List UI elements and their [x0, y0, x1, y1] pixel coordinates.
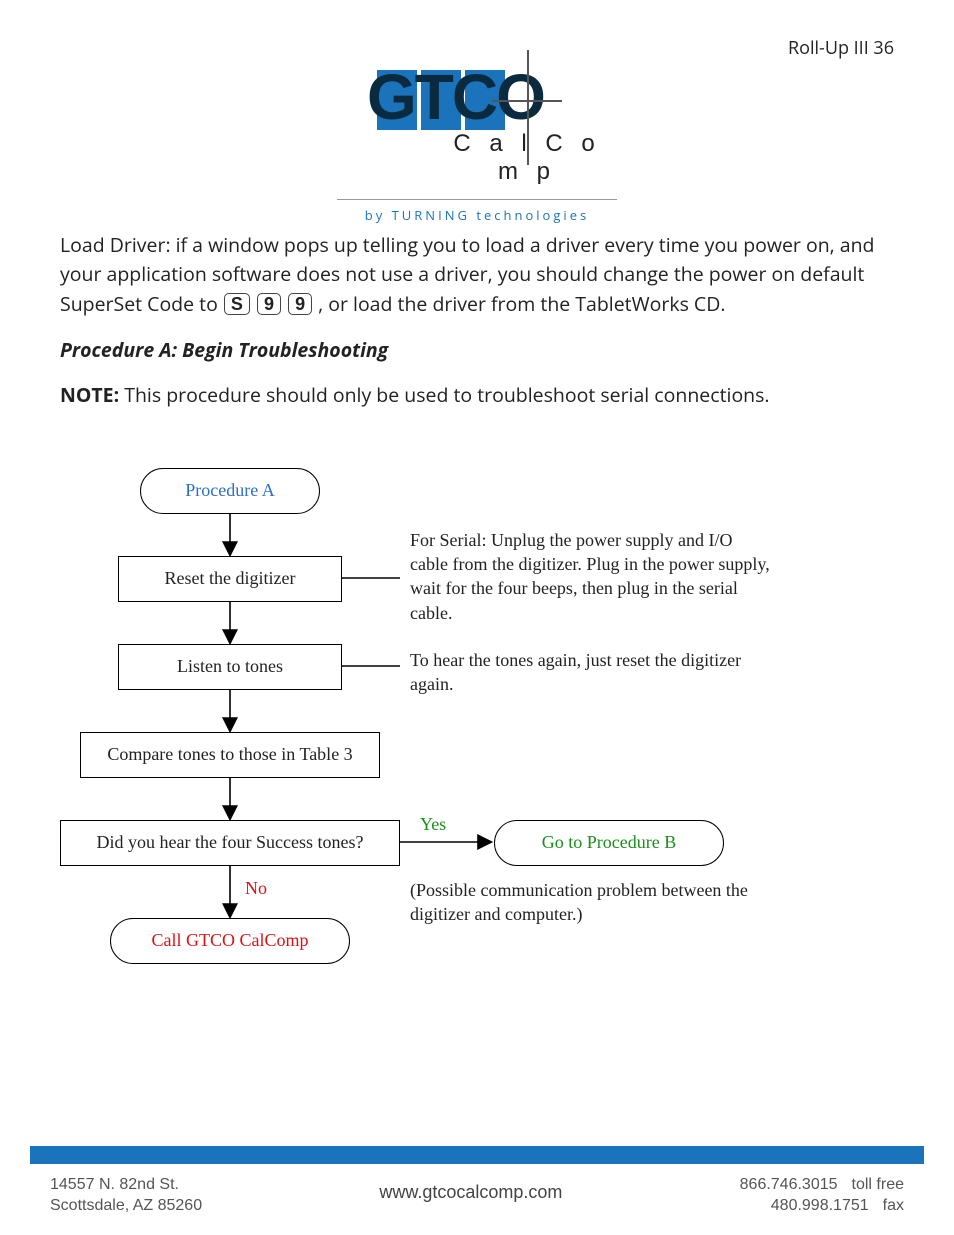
- note-text: This procedure should only be used to tr…: [119, 381, 769, 408]
- flow-decision-label: Did you hear the four Success tones?: [97, 832, 364, 853]
- flow-start: Procedure A: [140, 468, 320, 514]
- footer-address: 14557 N. 82nd St. Scottsdale, AZ 85260: [50, 1174, 202, 1217]
- page-footer: 14557 N. 82nd St. Scottsdale, AZ 85260 w…: [0, 1146, 954, 1235]
- flow-decision: Did you hear the four Success tones?: [60, 820, 400, 866]
- flow-yes-target: Go to Procedure B: [494, 820, 724, 866]
- logo: GTCO C a l C o m p by TURNING technologi…: [60, 60, 894, 224]
- page-number: Roll-Up III 36: [788, 36, 894, 60]
- key-9b: 9: [288, 293, 312, 315]
- flow-step-listen: Listen to tones: [118, 644, 342, 690]
- flow-side-listen: To hear the tones again, just reset the …: [410, 648, 770, 697]
- footer-phone-tollfree-lbl: toll free: [852, 1174, 904, 1196]
- flow-yes-label: Yes: [420, 814, 446, 835]
- flow-no-label: No: [245, 878, 267, 899]
- footer-phone-tollfree: 866.746.3015: [740, 1174, 838, 1196]
- flow-yes-target-label: Go to Procedure B: [542, 832, 676, 853]
- footer-url: www.gtcocalcomp.com: [379, 1180, 562, 1204]
- footer-phone-fax: 480.998.1751: [771, 1195, 869, 1217]
- flow-no-target: Call GTCO CalComp: [110, 918, 350, 964]
- footer-bar: [30, 1146, 924, 1164]
- note-line: NOTE: This procedure should only be used…: [60, 381, 894, 408]
- flowchart: Procedure A Reset the digitizer For Seri…: [60, 468, 880, 1018]
- load-driver-text-post: , or load the driver from the TabletWork…: [318, 290, 725, 317]
- flow-side-reset: For Serial: Unplug the power supply and …: [410, 528, 770, 625]
- flow-step-listen-label: Listen to tones: [177, 656, 283, 677]
- footer-phone-fax-lbl: fax: [883, 1195, 904, 1217]
- footer-addr2: Scottsdale, AZ 85260: [50, 1195, 202, 1217]
- load-driver-paragraph: Load Driver: if a window pops up telling…: [60, 230, 894, 318]
- footer-phones: 866.746.3015 toll free 480.998.1751 fax: [740, 1174, 904, 1217]
- flow-start-label: Procedure A: [185, 480, 274, 501]
- key-9a: 9: [257, 293, 281, 315]
- document-page: Roll-Up III 36 GTCO C a l C o m p by TUR…: [0, 0, 954, 1235]
- logo-divider: [337, 199, 617, 200]
- flow-yes-side: (Possible communication problem between …: [410, 878, 780, 927]
- logo-gtco-text: GTCO: [367, 60, 544, 134]
- flow-no-target-label: Call GTCO CalComp: [152, 930, 309, 951]
- logo-byline: by TURNING technologies: [60, 206, 894, 224]
- procedure-a-title: Procedure A: Begin Troubleshooting: [60, 336, 894, 363]
- flow-step-reset: Reset the digitizer: [118, 556, 342, 602]
- key-s: S: [224, 293, 250, 315]
- flow-step-reset-label: Reset the digitizer: [165, 568, 296, 589]
- note-label: NOTE:: [60, 381, 119, 408]
- logo-calcomp-text: C a l C o m p: [437, 130, 617, 186]
- flow-step-compare-label: Compare tones to those in Table 3: [107, 744, 352, 765]
- footer-addr1: 14557 N. 82nd St.: [50, 1174, 202, 1196]
- flow-step-compare: Compare tones to those in Table 3: [80, 732, 380, 778]
